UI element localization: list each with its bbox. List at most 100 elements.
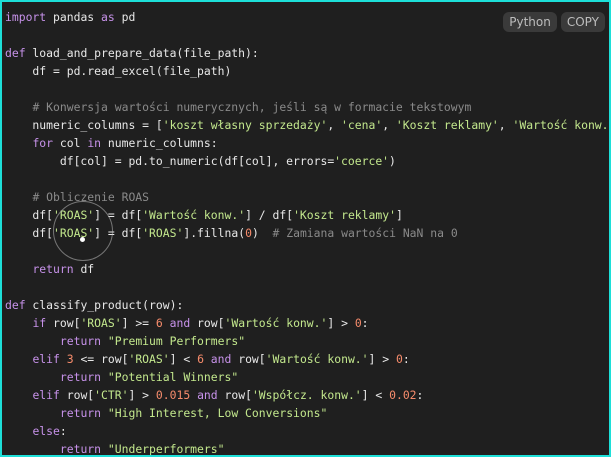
code-token: ] >=: [121, 316, 156, 330]
code-token: ] <: [361, 388, 390, 402]
code-token: :: [402, 352, 410, 366]
code-token: 3: [66, 352, 74, 366]
mouse-cursor-dot: [80, 237, 85, 242]
code-token: row[: [231, 352, 266, 366]
code-token: 'Wartość konw.': [265, 352, 369, 366]
code-token: # Konwersja wartości numerycznych, jeśli…: [32, 100, 472, 114]
code-token: 'ROAS': [142, 226, 184, 240]
code-token: ,: [382, 118, 396, 132]
code-token: <= row[: [73, 352, 129, 366]
code-line: return "Underperformers": [5, 440, 609, 456]
code-token: return: [32, 262, 74, 276]
code-token: :: [59, 424, 67, 438]
code-line: def classify_product(row):: [5, 296, 609, 314]
code-token: col: [53, 136, 88, 150]
code-token: "Potential Winners": [107, 370, 239, 384]
code-token: def: [5, 46, 26, 60]
code-token: 6: [155, 316, 163, 330]
code-token: 'Wartość konw.': [142, 208, 246, 222]
code-token: ): [389, 154, 396, 168]
code-token: 'ROAS': [128, 352, 170, 366]
code-token: 'cena': [341, 118, 383, 132]
code-token: 6: [197, 352, 204, 366]
code-token: ] >: [368, 352, 396, 366]
code-token: df: [73, 262, 95, 276]
code-line: if row['ROAS'] >= 6 and row['Wartość kon…: [5, 314, 609, 332]
code-token: ): [251, 226, 273, 240]
code-token: row[: [59, 388, 95, 402]
code-token: and: [210, 352, 232, 366]
code-token: df[col] = pd.to_numeric(df[col], errors=: [5, 154, 335, 168]
code-token: 'CTR': [94, 388, 129, 402]
code-line: else:: [5, 422, 609, 440]
code-token: df = pd.read_excel(file_path): [5, 64, 232, 78]
code-token: pandas: [46, 10, 102, 24]
code-token: else: [32, 424, 60, 438]
code-token: df[: [5, 226, 54, 240]
code-block: import pandas as pd def load_and_prepare_…: [0, 0, 611, 457]
code-token: return: [59, 370, 102, 384]
code-token: ].fillna(: [183, 226, 246, 240]
code-line: return "High Interest, Low Conversions": [5, 404, 609, 422]
code-line: return "Potential Winners": [5, 368, 609, 386]
code-token: "High Interest, Low Conversions": [107, 406, 328, 420]
code-token: row[: [46, 316, 81, 330]
code-token: pd: [114, 10, 136, 24]
code-line: return "Premium Performers": [5, 332, 609, 350]
code-token: row[: [190, 316, 225, 330]
code-token: elif: [32, 388, 60, 402]
code-token: ] <: [169, 352, 198, 366]
code-token: 0.02: [389, 388, 417, 402]
language-label: Python: [503, 12, 557, 32]
copy-button[interactable]: COPY: [560, 12, 605, 32]
code-token: ] >: [327, 316, 355, 330]
mouse-cursor-ring: [53, 201, 113, 261]
code-token: 'ROAS': [80, 316, 122, 330]
code-token: 0: [245, 226, 252, 240]
code-token: 'koszt własny sprzedaży': [162, 118, 328, 132]
code-token: :: [416, 388, 424, 402]
code-token: in: [87, 136, 102, 150]
code-token: 'Wartość konw.': [224, 316, 328, 330]
code-token: 'Koszt reklamy': [395, 118, 499, 132]
code-line: for col in numeric_columns:: [5, 134, 609, 152]
code-token: 0.015: [155, 388, 191, 402]
code-line: df[col] = pd.to_numeric(df[col], errors=…: [5, 152, 609, 170]
code-line: return df: [5, 260, 609, 278]
code-line: df = pd.read_excel(file_path): [5, 62, 609, 80]
code-token: 'Współcz. konw.': [251, 388, 362, 402]
code-token: elif: [32, 352, 60, 366]
code-token: ,: [327, 118, 342, 132]
code-token: ,: [498, 118, 513, 132]
code-token: 'coerce': [334, 154, 390, 168]
code-token: if: [32, 316, 47, 330]
code-token: "Premium Performers": [107, 334, 246, 348]
code-token: 0: [395, 352, 403, 366]
code-toolbar: Python COPY: [503, 12, 605, 32]
code-token: 'Wartość konw.': [512, 118, 611, 132]
code-token: import: [5, 10, 47, 24]
code-token: and: [197, 388, 218, 402]
code-token: ] / df[: [245, 208, 294, 222]
code-line: # Konwersja wartości numerycznych, jeśli…: [5, 98, 609, 116]
code-token: return: [59, 442, 102, 456]
code-line: elif 3 <= row['ROAS'] < 6 and row['Warto…: [5, 350, 609, 368]
code-token: "Underperformers": [107, 442, 225, 456]
code-token: 0: [354, 316, 362, 330]
code-token: # Zamiana wartości NaN na 0: [272, 226, 458, 240]
code-token: ] >: [128, 388, 156, 402]
